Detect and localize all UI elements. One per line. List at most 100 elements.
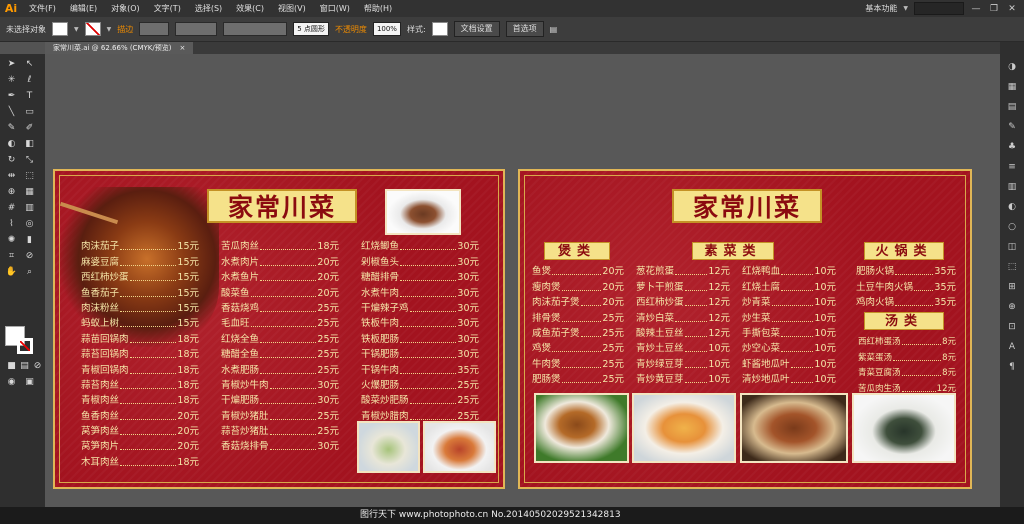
gradient-panel-icon[interactable]: ▥ [1004,180,1020,194]
graphic-style-swatch[interactable] [431,22,448,36]
fill-swatch[interactable] [52,22,68,36]
eraser-tool-icon[interactable]: ◧ [23,138,36,150]
close-button[interactable]: ✕ [1006,3,1018,15]
selection-tool-icon[interactable]: ➤ [5,58,18,70]
stroke-panel-icon[interactable]: ≡ [1004,160,1020,174]
menu-window[interactable]: 窗口(W) [313,0,357,17]
symbols-panel-icon[interactable]: ♣ [1004,140,1020,154]
document-setup-button[interactable]: 文档设置 [453,21,500,37]
chevron-down-icon[interactable]: ▼ [903,5,908,12]
free-transform-tool-icon[interactable]: ⬚ [23,170,36,182]
dish-price: 25元 [457,379,479,391]
blend-tool-icon[interactable]: ◎ [23,218,36,230]
transparency-panel-icon[interactable]: ◐ [1004,200,1020,214]
pathfinder-panel-icon[interactable]: ⊕ [1004,300,1020,314]
mesh-tool-icon[interactable]: # [5,202,18,214]
zoom-tool-icon[interactable]: ⌕ [23,266,36,278]
menu-file[interactable]: 文件(F) [22,0,63,17]
slice-tool-icon[interactable]: ⊘ [23,250,36,262]
eyedropper-tool-icon[interactable]: ⌇ [5,218,18,230]
dish-price: 18元 [177,349,199,361]
preferences-button[interactable]: 首选项 [505,21,544,37]
dish-name: 排骨煲 [532,312,561,324]
symbol-sprayer-tool-icon[interactable]: ✺ [5,234,18,246]
minimize-button[interactable]: — [970,3,982,15]
screen-mode-icon[interactable]: ▣ [23,376,36,388]
document-tab[interactable]: 家常川菜.ai @ 62.66% (CMYK/预览) × [45,42,194,54]
menu-help[interactable]: 帮助(H) [357,0,399,17]
document-tab-bar: 家常川菜.ai @ 62.66% (CMYK/预览) × [45,42,1000,54]
left-menu-board[interactable]: 家常川菜 肉沫茄子 15元 麻婆豆腐 15元 西红柿炒蛋 15元 鱼香茄子 15元 肉沫… [53,169,505,489]
menu-view[interactable]: 视图(V) [271,0,313,17]
dish-name: 手撕包菜 [742,327,781,339]
menu-edit[interactable]: 编辑(E) [63,0,104,17]
draw-mode-icon[interactable]: ◉ [5,376,18,388]
dish-price: 20元 [317,272,339,284]
rotate-tool-icon[interactable]: ↻ [5,154,18,166]
transform-panel-icon[interactable]: ⊡ [1004,320,1020,334]
dish-name: 西红柿蛋汤 [858,337,901,348]
gradient-tool-icon[interactable]: ▥ [23,202,36,214]
workspace-switcher[interactable]: 基本功能 [865,3,897,14]
stroke-swatch[interactable] [84,22,101,36]
lasso-tool-icon[interactable]: ℓ [23,74,36,86]
perspective-grid-tool-icon[interactable]: ▦ [23,186,36,198]
brushes-panel-icon[interactable]: ✎ [1004,120,1020,134]
menu-item: 鸡煲 25元 [532,341,624,356]
menu-type[interactable]: 文字(T) [147,0,188,17]
magic-wand-tool-icon[interactable]: ✳ [5,74,18,86]
brush-definition-dropdown[interactable] [223,22,288,36]
graph-tool-icon[interactable]: ▮ [23,234,36,246]
blob-brush-tool-icon[interactable]: ◐ [5,138,18,150]
paintbrush-tool-icon[interactable]: ✎ [5,122,18,134]
color-panel-icon[interactable]: ◑ [1004,60,1020,74]
color-mode-icon[interactable]: ■ [5,360,18,372]
dish-name: 干锅牛肉 [361,364,400,376]
swatches-panel-icon[interactable]: ▤ [1004,100,1020,114]
opacity-field[interactable]: 100% [372,22,401,36]
layers-panel-icon[interactable]: ◫ [1004,240,1020,254]
stroke-label[interactable]: 描边 [117,24,133,35]
direct-selection-tool-icon[interactable]: ↖ [23,58,36,70]
menu-item: 苦瓜肉丝 18元 [221,239,339,254]
pencil-tool-icon[interactable]: ✐ [23,122,36,134]
gradient-mode-icon[interactable]: ▤ [18,360,31,372]
width-tool-icon[interactable]: ⇹ [5,170,18,182]
artboard-tool-icon[interactable]: ⌗ [5,250,18,262]
align-panel-icon[interactable]: ⊞ [1004,280,1020,294]
line-tool-icon[interactable]: ╲ [5,106,18,118]
menu-item: 干锅肥肠 30元 [361,347,479,362]
watermark-text: 图行天下 www.photophoto.cn No.20140502029521… [360,510,621,520]
dish-name: 香菇烧鸡 [221,302,260,314]
rectangle-tool-icon[interactable]: ▭ [23,106,36,118]
menu-effect[interactable]: 效果(C) [229,0,271,17]
hand-tool-icon[interactable]: ✋ [5,266,18,278]
arrange-icon[interactable]: ▤ [550,25,558,34]
scale-tool-icon[interactable]: ⤡ [23,154,36,166]
none-mode-icon[interactable]: ⊘ [31,360,44,372]
restore-button[interactable]: ❐ [988,3,1000,15]
color-guide-icon[interactable]: ▦ [1004,80,1020,94]
menu-object[interactable]: 对象(O) [104,0,147,17]
right-menu-board[interactable]: 家常川菜 煲类 素菜类 火锅类 汤类 鱼煲 20元 瘦肉煲 20元 肉沫茄子煲 20元… [518,169,972,489]
menu-item: 西红柿炒蛋 15元 [81,270,199,285]
menu-item: 咸鱼茄子煲 25元 [532,326,624,341]
menu-select[interactable]: 选择(S) [188,0,229,17]
variable-width-dropdown[interactable] [175,22,218,36]
opacity-label[interactable]: 不透明度 [335,24,367,35]
appearance-panel-icon[interactable]: ○ [1004,220,1020,234]
brush-field[interactable]: 5 点圆形 [293,22,329,36]
stroke-weight-dropdown[interactable] [139,22,170,36]
help-search-input[interactable] [914,2,964,15]
artboards-panel-icon[interactable]: ⬚ [1004,260,1020,274]
chevron-down-icon[interactable]: ▼ [74,26,79,33]
type-tool-icon[interactable]: T [23,90,36,102]
close-icon[interactable]: × [179,42,185,54]
artboard-canvas[interactable]: 家常川菜 肉沫茄子 15元 麻婆豆腐 15元 西红柿炒蛋 15元 鱼香茄子 15元 肉沫… [45,54,1000,524]
pen-tool-icon[interactable]: ✒ [5,90,18,102]
shape-builder-tool-icon[interactable]: ⊕ [5,186,18,198]
stroke-color-box[interactable] [17,338,33,354]
chevron-down-icon[interactable]: ▼ [107,26,112,33]
character-panel-icon[interactable]: A [1004,340,1020,354]
paragraph-panel-icon[interactable]: ¶ [1004,360,1020,374]
